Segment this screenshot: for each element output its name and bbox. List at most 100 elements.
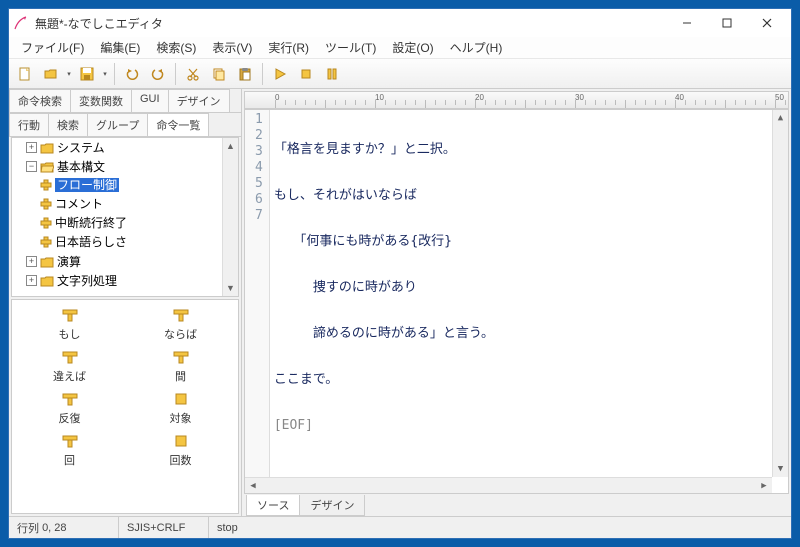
command-tree[interactable]: +システム − 基本構文 フロー制御 コメント 中断続行終了 日本語らしさ +演算… xyxy=(11,137,239,297)
tree-label: コメント xyxy=(55,197,103,211)
code-line: 「何事にも時がある{改行} xyxy=(274,234,494,250)
tree-item-flow-control[interactable]: フロー制御 xyxy=(40,175,238,194)
editor-ruler: 0 10 20 30 40 50 xyxy=(244,91,789,109)
line-number: 5 xyxy=(255,176,263,192)
tree-item-basic-syntax[interactable]: − 基本構文 フロー制御 コメント 中断続行終了 日本語らしさ xyxy=(26,157,238,252)
line-number-gutter: 1 2 3 4 5 6 7 xyxy=(245,110,270,493)
scrollbar-track[interactable] xyxy=(261,478,756,493)
palette-item-taishou[interactable]: 対象 xyxy=(127,392,234,426)
status-run-state: stop xyxy=(209,517,246,538)
statusbar: 行列 0, 28 SJIS+CRLF stop xyxy=(9,516,791,538)
tab-design-left[interactable]: デザイン xyxy=(168,89,230,112)
expand-icon[interactable]: + xyxy=(26,275,37,286)
tree-item-system[interactable]: +システム xyxy=(26,138,238,157)
scroll-right-icon[interactable]: ▶ xyxy=(756,478,772,493)
palette-item-hanpuku[interactable]: 反復 xyxy=(16,392,123,426)
tree-item-comment[interactable]: コメント xyxy=(40,194,238,213)
tree-item-string[interactable]: + 文字列処理 xyxy=(26,271,238,290)
pause-button[interactable] xyxy=(320,62,344,86)
scroll-up-icon[interactable]: ▲ xyxy=(773,110,788,126)
editor-vscrollbar[interactable]: ▲ ▼ xyxy=(772,110,788,477)
tab-var-func[interactable]: 変数関数 xyxy=(70,89,132,112)
status-cursor-pos: 行列 0, 28 xyxy=(9,517,119,538)
tab-action[interactable]: 行動 xyxy=(9,113,49,136)
folder-icon xyxy=(40,142,54,154)
scroll-down-icon[interactable]: ▼ xyxy=(773,461,788,477)
code-content[interactable]: 「格言を見ますか？」と二択。 もし、それがはいならば 「何事にも時がある{改行}… xyxy=(270,110,498,493)
palette-item-chigaeba[interactable]: 違えば xyxy=(16,350,123,384)
toolbar-sep-1 xyxy=(114,63,115,85)
new-file-button[interactable] xyxy=(13,62,37,86)
folder-icon xyxy=(40,275,54,287)
maximize-button[interactable] xyxy=(707,9,747,37)
stop-button[interactable] xyxy=(294,62,318,86)
tab-design-bottom[interactable]: デザイン xyxy=(299,495,365,516)
save-dropdown-caret[interactable]: ▾ xyxy=(101,62,109,86)
code-line: ここまで。 xyxy=(274,372,494,388)
menu-view[interactable]: 表示(V) xyxy=(204,37,260,58)
palette-label: 回数 xyxy=(170,452,192,468)
status-value: 0, 28 xyxy=(42,522,66,534)
toolbar-sep-3 xyxy=(262,63,263,85)
menu-settings[interactable]: 設定(O) xyxy=(384,37,441,58)
paste-button[interactable] xyxy=(233,62,257,86)
run-button[interactable] xyxy=(268,62,292,86)
redo-button[interactable] xyxy=(146,62,170,86)
line-number: 4 xyxy=(255,160,263,176)
plus-yellow-icon xyxy=(40,179,52,191)
t-block-icon xyxy=(61,434,79,448)
open-dropdown-caret[interactable]: ▾ xyxy=(65,62,73,86)
status-encoding: SJIS+CRLF xyxy=(119,517,209,538)
close-button[interactable] xyxy=(747,9,787,37)
scroll-down-icon[interactable]: ▼ xyxy=(223,280,238,296)
tree-scrollbar[interactable]: ▲ ▼ xyxy=(222,138,238,296)
scroll-up-icon[interactable]: ▲ xyxy=(223,138,238,154)
palette-item-aida[interactable]: 間 xyxy=(127,350,234,384)
tab-search[interactable]: 検索 xyxy=(48,113,88,136)
menu-run[interactable]: 実行(R) xyxy=(260,37,317,58)
tree-label: 日本語らしさ xyxy=(55,235,127,249)
palette-label: もし xyxy=(59,326,81,342)
menu-file[interactable]: ファイル(F) xyxy=(13,37,92,58)
tab-gui[interactable]: GUI xyxy=(131,89,169,112)
line-number: 2 xyxy=(255,128,263,144)
tree-item-japanese[interactable]: 日本語らしさ xyxy=(40,232,238,251)
menu-help[interactable]: ヘルプ(H) xyxy=(442,37,511,58)
collapse-icon[interactable]: − xyxy=(26,161,37,172)
toolbar: ▾ ▾ xyxy=(9,59,791,89)
titlebar: 無題*-なでしこエディタ xyxy=(9,9,791,37)
code-editor[interactable]: 1 2 3 4 5 6 7 「格言を見ますか？」と二択。 もし、それがはいならば… xyxy=(244,109,789,494)
palette-item-naraba[interactable]: ならば xyxy=(127,308,234,342)
code-line: もし、それがはいならば xyxy=(274,188,494,204)
menu-tools[interactable]: ツール(T) xyxy=(317,37,384,58)
expand-icon[interactable]: + xyxy=(26,256,37,267)
menu-edit[interactable]: 編集(E) xyxy=(92,37,148,58)
editor-hscrollbar[interactable]: ◀ ▶ xyxy=(245,477,772,493)
tree-label: フロー制御 xyxy=(55,178,119,192)
minimize-button[interactable] xyxy=(667,9,707,37)
tree-item-operation[interactable]: +演算 xyxy=(26,252,238,271)
palette-item-kai[interactable]: 回 xyxy=(16,434,123,468)
tree-label: 基本構文 xyxy=(57,160,105,174)
open-button[interactable] xyxy=(39,62,63,86)
tree-item-abort-continue[interactable]: 中断続行終了 xyxy=(40,213,238,232)
code-line: 「格言を見ますか？」と二択。 xyxy=(274,142,494,158)
t-block-icon xyxy=(61,308,79,322)
tree-label: 文字列処理 xyxy=(57,274,117,288)
palette-item-moshi[interactable]: もし xyxy=(16,308,123,342)
undo-button[interactable] xyxy=(120,62,144,86)
tab-group[interactable]: グループ xyxy=(87,113,148,136)
save-button[interactable] xyxy=(75,62,99,86)
menu-search[interactable]: 検索(S) xyxy=(148,37,204,58)
palette-item-kaisuu[interactable]: 回数 xyxy=(127,434,234,468)
tab-source[interactable]: ソース xyxy=(246,495,300,516)
palette-label: 違えば xyxy=(53,368,86,384)
expand-icon[interactable]: + xyxy=(26,142,37,153)
cut-button[interactable] xyxy=(181,62,205,86)
copy-button[interactable] xyxy=(207,62,231,86)
scroll-left-icon[interactable]: ◀ xyxy=(245,478,261,493)
t-block-icon xyxy=(61,350,79,364)
tab-cmd-list[interactable]: 命令一覧 xyxy=(147,113,209,136)
tab-cmd-search[interactable]: 命令検索 xyxy=(9,89,71,112)
palette-label: ならば xyxy=(164,326,197,342)
